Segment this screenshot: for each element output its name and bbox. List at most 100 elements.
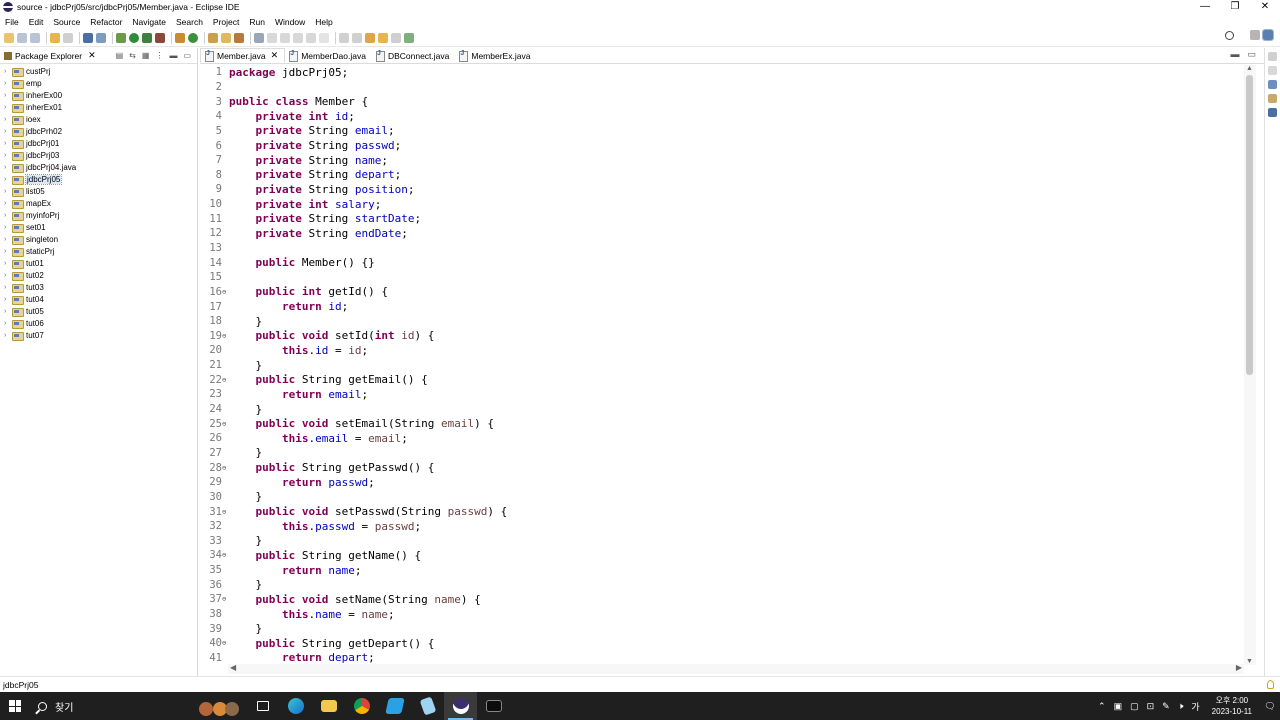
fold-toggle-icon[interactable]: ⊖ — [222, 464, 229, 472]
chevron-right-icon[interactable]: › — [4, 140, 12, 147]
chevron-right-icon[interactable]: › — [4, 248, 12, 255]
close-button[interactable]: ✕ — [1250, 0, 1280, 14]
new-class-icon[interactable] — [188, 32, 198, 43]
code-line[interactable]: 29 return passwd; — [200, 475, 1244, 490]
tree-item-project[interactable]: › inherEx01 — [0, 101, 197, 113]
code-line[interactable]: 37 ⊖ public void setName(String name) { — [200, 592, 1244, 607]
code-line[interactable]: 31 ⊖ public void setPasswd(String passwd)… — [200, 504, 1244, 519]
clock[interactable]: 오후 2:00 2023-10-11 — [1212, 695, 1252, 717]
tree-item-project[interactable]: › tut03 — [0, 281, 197, 293]
tree-item-project[interactable]: › singleton — [0, 233, 197, 245]
menu-window[interactable]: Window — [275, 17, 305, 27]
code-line[interactable]: 14 public Member() {} — [200, 255, 1244, 270]
prev-annotation-icon[interactable] — [352, 32, 362, 43]
code-line[interactable]: 3 public class Member { — [200, 94, 1244, 109]
code-line[interactable]: 20 this.id = id; — [200, 343, 1244, 358]
save-icon[interactable] — [17, 32, 27, 43]
chevron-right-icon[interactable]: › — [4, 116, 12, 123]
eclipse-taskbar-icon[interactable] — [444, 692, 477, 720]
code-line[interactable]: 26 this.email = email; — [200, 431, 1244, 446]
block-selection-icon[interactable] — [280, 32, 290, 43]
save-all-icon[interactable] — [30, 32, 40, 43]
view-menu-icon[interactable]: ⋮ — [155, 51, 163, 60]
chevron-right-icon[interactable]: › — [4, 104, 12, 111]
code-line[interactable]: 34 ⊖ public String getName() { — [200, 548, 1244, 563]
scrollbar-thumb[interactable] — [1246, 75, 1253, 375]
start-button[interactable] — [0, 692, 30, 720]
debug-icon[interactable] — [116, 32, 126, 43]
new-icon[interactable] — [4, 32, 14, 43]
code-line[interactable]: 30 } — [200, 490, 1244, 505]
terminal-taskbar-icon[interactable] — [477, 692, 510, 720]
scroll-up-arrow[interactable]: ▲ — [1246, 65, 1253, 72]
tray-app-icon[interactable]: ▣ — [1114, 701, 1123, 712]
undo-icon[interactable] — [50, 32, 60, 43]
tree-item-project[interactable]: › jdbcPrj05 — [0, 173, 197, 185]
chevron-up-icon[interactable]: ⌃ — [1098, 701, 1106, 712]
chevron-right-icon[interactable]: › — [4, 176, 12, 183]
external-tools-icon[interactable] — [155, 32, 165, 43]
fold-toggle-icon[interactable]: ⊖ — [222, 332, 229, 340]
code-line[interactable]: 17 return id; — [200, 299, 1244, 314]
vscode-icon[interactable] — [378, 692, 411, 720]
scroll-down-arrow[interactable]: ▼ — [1246, 658, 1253, 665]
tree-item-project[interactable]: › set01 — [0, 221, 197, 233]
next-annotation-icon[interactable] — [339, 32, 349, 43]
code-line[interactable]: 28 ⊖ public String getPasswd() { — [200, 460, 1244, 475]
package-explorer-tab[interactable]: Package Explorer ✕ ▤ ⇆ ▦ ⋮ ▬ ▭ — [0, 48, 197, 64]
filter-icon[interactable]: ▦ — [142, 51, 150, 60]
editor-horizontal-scrollbar[interactable]: ◀ ▶ — [228, 663, 1244, 674]
tree-item-project[interactable]: › inherEx00 — [0, 89, 197, 101]
code-line[interactable]: 7 private String name; — [200, 153, 1244, 168]
fold-toggle-icon[interactable]: ⊖ — [222, 508, 229, 516]
fold-toggle-icon[interactable]: ⊖ — [222, 595, 229, 603]
code-line[interactable]: 6 private String passwd; — [200, 138, 1244, 153]
task-view-icon[interactable] — [246, 692, 279, 720]
pin-editor-icon[interactable] — [404, 32, 414, 43]
forward-icon[interactable] — [391, 32, 401, 43]
chevron-right-icon[interactable]: › — [4, 152, 12, 159]
skip-breakpoints-icon[interactable] — [96, 32, 106, 43]
maximize-editor-icon[interactable]: ▭ — [1247, 49, 1256, 60]
code-line[interactable]: 25 ⊖ public void setEmail(String email) { — [200, 416, 1244, 431]
fold-toggle-icon[interactable]: ⊖ — [222, 639, 229, 647]
restore-button[interactable]: ❐ — [1220, 0, 1250, 14]
tree-item-project[interactable]: › jdbcPrh02 — [0, 125, 197, 137]
ime-indicator[interactable]: 가 — [1191, 700, 1199, 713]
pilcrow-icon[interactable] — [319, 32, 329, 43]
code-line[interactable]: 1 package jdbcPrj05; — [200, 65, 1244, 80]
terminal-icon[interactable] — [83, 32, 93, 43]
code-line[interactable]: 10 private int salary; — [200, 197, 1244, 212]
menu-project[interactable]: Project — [213, 17, 239, 27]
code-line[interactable]: 21 } — [200, 358, 1244, 373]
code-line[interactable]: 11 private String startDate; — [200, 211, 1244, 226]
new-java-project-icon[interactable] — [175, 32, 185, 43]
javadoc-icon[interactable] — [1268, 94, 1277, 103]
fold-toggle-icon[interactable]: ⊖ — [222, 551, 229, 559]
pen-icon[interactable]: ✎ — [1162, 701, 1170, 712]
code-line[interactable]: 4 private int id; — [200, 109, 1244, 124]
chevron-right-icon[interactable]: › — [4, 224, 12, 231]
minimize-view-icon[interactable]: ▬ — [169, 51, 177, 60]
code-editor[interactable]: 1 package jdbcPrj05; 2 3 public class Member… — [200, 65, 1244, 665]
tree-item-project[interactable]: › tut05 — [0, 305, 197, 317]
code-line[interactable]: 18 } — [200, 314, 1244, 329]
back-icon[interactable] — [378, 32, 388, 43]
menu-navigate[interactable]: Navigate — [132, 17, 166, 27]
menu-edit[interactable]: Edit — [29, 17, 44, 27]
mark-occurrences-icon[interactable] — [267, 32, 277, 43]
tab-memberdao-java[interactable]: MemberDao.java — [285, 48, 372, 63]
code-line[interactable]: 13 — [200, 241, 1244, 256]
fold-toggle-icon[interactable]: ⊖ — [222, 288, 229, 296]
tree-item-project[interactable]: › tut04 — [0, 293, 197, 305]
search-tool-icon[interactable] — [234, 32, 244, 43]
scroll-right-arrow[interactable]: ▶ — [1236, 663, 1242, 672]
java-perspective-icon[interactable] — [1262, 29, 1274, 41]
code-line[interactable]: 15 — [200, 270, 1244, 285]
console-icon[interactable] — [1268, 108, 1277, 117]
taskbar-search[interactable]: 찾기 — [30, 692, 195, 720]
problems-icon[interactable] — [1268, 80, 1277, 89]
fold-toggle-icon[interactable]: ⊖ — [222, 420, 229, 428]
network-icon[interactable]: ⊡ — [1147, 701, 1155, 712]
tree-item-project[interactable]: › ioex — [0, 113, 197, 125]
